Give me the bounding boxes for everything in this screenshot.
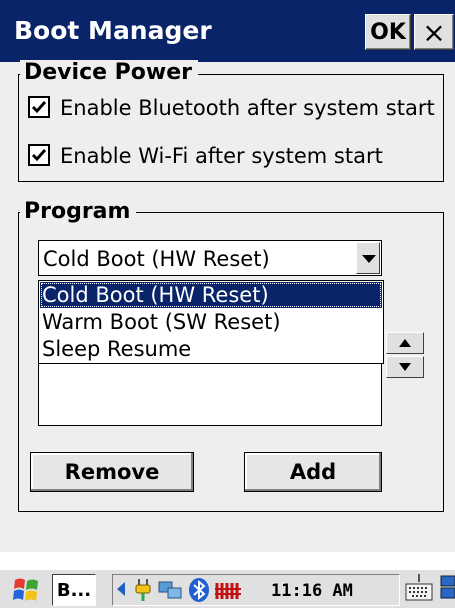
move-up-button[interactable] <box>386 332 424 354</box>
bluetooth-checkbox-label[interactable]: Enable Bluetooth after system start <box>60 96 435 120</box>
power-plug-icon[interactable] <box>131 577 155 607</box>
clock[interactable]: 11:16 AM <box>271 581 353 601</box>
close-button[interactable]: × <box>414 14 454 50</box>
bluetooth-icon[interactable] <box>187 577 211 607</box>
wifi-checkbox[interactable] <box>28 144 50 166</box>
window-title: Boot Manager <box>14 16 212 45</box>
arrow-up-icon <box>399 339 411 347</box>
taskbar: B... 11:16 AM <box>0 568 455 608</box>
remove-button[interactable]: Remove <box>30 452 194 492</box>
taskbar-app-button[interactable]: B... <box>52 574 96 606</box>
wifi-checkbox-label[interactable]: Enable Wi-Fi after system start <box>60 144 383 168</box>
start-icon[interactable] <box>12 576 42 608</box>
tray-scroll-left-icon[interactable] <box>117 581 125 600</box>
checkmark-icon <box>31 101 47 114</box>
ok-button[interactable]: OK <box>365 14 411 50</box>
device-power-legend: Device Power <box>20 60 199 86</box>
add-button[interactable]: Add <box>244 452 382 492</box>
boot-mode-dropdown: Cold Boot (HW Reset) Warm Boot (SW Reset… <box>38 280 384 364</box>
move-down-button[interactable] <box>386 356 424 378</box>
combo-value: Cold Boot (HW Reset) <box>43 247 270 271</box>
desktop-icon[interactable] <box>440 574 455 604</box>
dropdown-option[interactable]: Cold Boot (HW Reset) <box>40 282 382 308</box>
arrow-down-icon <box>399 363 411 371</box>
keyboard-icon[interactable] <box>404 572 434 608</box>
dropdown-option[interactable]: Warm Boot (SW Reset) <box>40 309 382 335</box>
boot-mode-combo[interactable]: Cold Boot (HW Reset) <box>38 240 382 276</box>
combo-dropdown-button[interactable] <box>356 242 380 274</box>
system-tray: 11:16 AM <box>112 574 400 606</box>
title-bar: Boot Manager OK × <box>0 0 455 62</box>
chevron-down-icon <box>362 255 376 263</box>
checkmark-icon <box>31 149 47 162</box>
signal-icon[interactable] <box>215 579 241 605</box>
bluetooth-checkbox[interactable] <box>28 96 50 118</box>
program-legend: Program <box>20 199 137 225</box>
network-icon[interactable] <box>157 579 183 605</box>
dropdown-option[interactable]: Sleep Resume <box>40 336 382 362</box>
